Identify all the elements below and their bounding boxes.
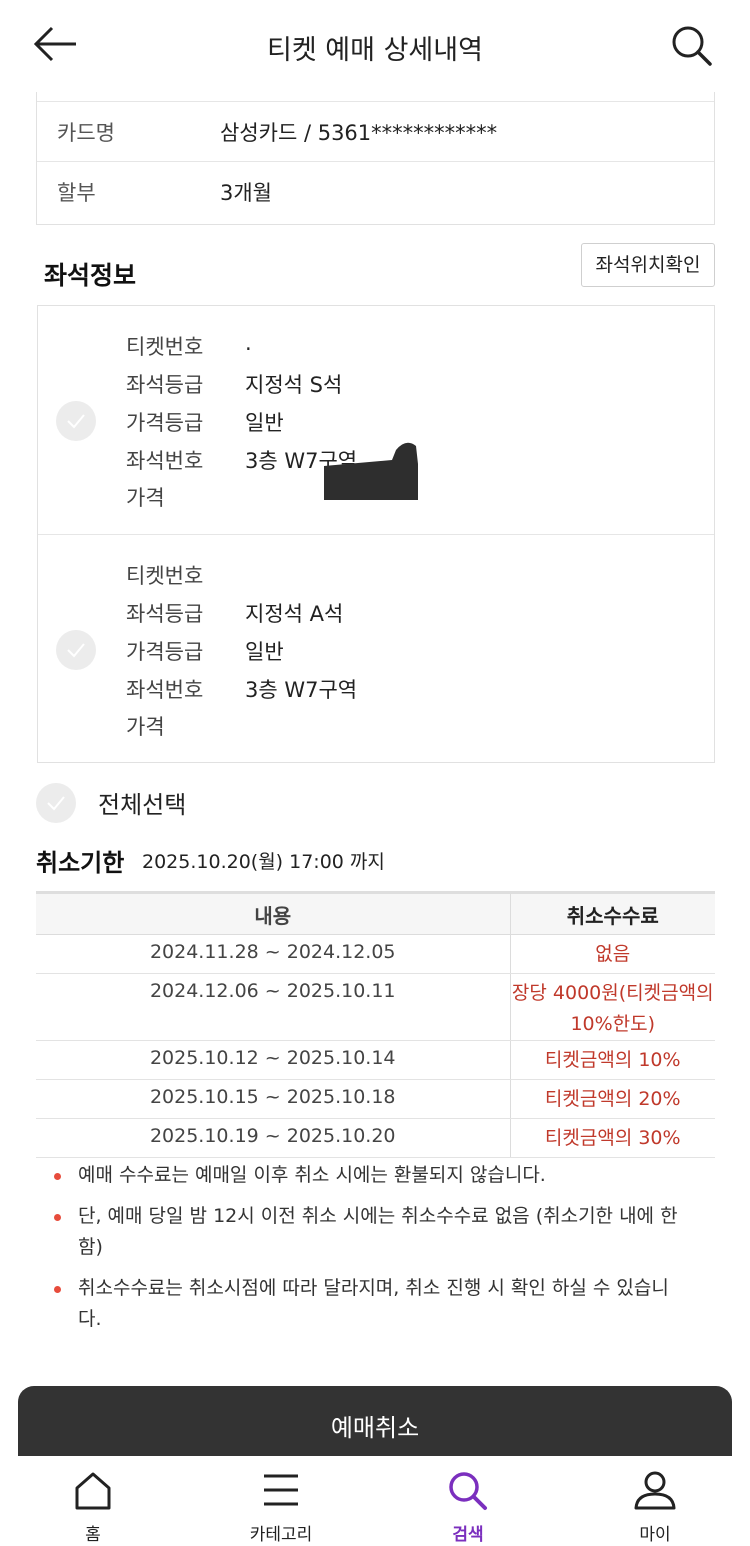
notice-text: 단, 예매 당일 밤 12시 이전 취소 시에는 취소수수료 없음 (취소기한 … <box>78 1205 678 1258</box>
ticket-key: 가격 <box>126 715 165 739</box>
table-row: 2025.10.12 ~ 2025.10.14 티켓금액의 10% <box>36 1040 715 1080</box>
ticket-value: 지정석 A석 <box>245 602 344 626</box>
fee-period: 2024.11.28 ~ 2024.12.05 <box>36 934 511 974</box>
header: 티켓 예매 상세내역 <box>0 0 750 92</box>
nav-label: 홈 <box>85 1525 101 1545</box>
select-all-control[interactable]: 전체선택 <box>36 781 336 823</box>
nav-item-search[interactable]: 검색 <box>408 1456 528 1546</box>
payment-value: 삼성카드 / 5361************ <box>220 121 498 145</box>
table-row: 2024.12.06 ~ 2025.10.11 장당 4000원(티켓금액의 1… <box>36 973 715 1041</box>
fee-amount: 장당 4000원(티켓금액의 10%한도) <box>510 973 715 1041</box>
bullet-icon <box>54 1214 61 1221</box>
payment-key: 할부 <box>57 181 96 205</box>
nav-item-home[interactable]: 홈 <box>33 1456 153 1546</box>
payment-value: 3개월 <box>220 181 273 205</box>
seat-location-button[interactable]: 좌석위치확인 <box>581 243 715 287</box>
payment-row-card: 카드명 삼성카드 / 5361************ <box>37 101 714 162</box>
redaction-mark <box>324 442 418 500</box>
ticket-key: 좌석등급 <box>126 373 204 397</box>
nav-item-category[interactable]: 카테고리 <box>221 1456 341 1546</box>
table-header-row: 내용 취소수수료 <box>36 892 715 935</box>
cancel-reservation-button[interactable]: 예매취소 <box>18 1386 732 1460</box>
payment-info: 카드명 삼성카드 / 5361************ 할부 3개월 <box>36 92 715 225</box>
ticket-checkbox[interactable] <box>56 630 96 670</box>
bullet-icon <box>54 1173 61 1180</box>
check-icon <box>67 414 85 429</box>
bullet-icon <box>54 1286 61 1293</box>
ticket-value: 일반 <box>245 411 284 435</box>
ticket-list: 티켓번호 . 좌석등급 지정석 S석 가격등급 일반 좌석번호 3층 W7구역 … <box>37 305 715 763</box>
ticket-key: 가격등급 <box>126 640 204 664</box>
table-row: 2024.11.28 ~ 2024.12.05 없음 <box>36 934 715 974</box>
ticket-key: 가격 <box>126 486 165 510</box>
fee-amount: 없음 <box>510 934 715 974</box>
ticket-value: 지정석 S석 <box>245 373 343 397</box>
cancel-fee-table: 내용 취소수수료 2024.11.28 ~ 2024.12.05 없음 2024… <box>36 891 715 1158</box>
notice-item: 취소수수료는 취소시점에 따라 달라지며, 취소 진행 시 확인 하실 수 있습… <box>52 1273 692 1335</box>
notice-list: 예매 수수료는 예매일 이후 취소 시에는 환불되지 않습니다. 단, 예매 당… <box>52 1160 692 1345</box>
ticket-checkbox[interactable] <box>56 401 96 441</box>
table-row: 2025.10.19 ~ 2025.10.20 티켓금액의 30% <box>36 1118 715 1158</box>
cancel-deadline-label: 취소기한 <box>36 849 125 877</box>
ticket-key: 티켓번호 <box>126 335 204 359</box>
cancel-deadline-value: 2025.10.20(월) 17:00 까지 <box>142 851 385 873</box>
select-all-label: 전체선택 <box>98 791 187 819</box>
nav-label: 검색 <box>452 1525 484 1545</box>
page-title: 티켓 예매 상세내역 <box>267 35 483 66</box>
notice-text: 취소수수료는 취소시점에 따라 달라지며, 취소 진행 시 확인 하실 수 있습… <box>78 1277 669 1330</box>
nav-label: 마이 <box>639 1525 671 1545</box>
ticket-key: 가격등급 <box>126 411 204 435</box>
ticket-value: 3층 W7구역 <box>245 678 358 702</box>
user-icon <box>634 1471 676 1510</box>
ticket-value: . <box>245 331 252 355</box>
menu-icon <box>264 1474 298 1506</box>
search-icon <box>672 26 712 66</box>
table-row: 2025.10.15 ~ 2025.10.18 티켓금액의 20% <box>36 1079 715 1119</box>
ticket-item: 티켓번호 좌석등급 지정석 A석 가격등급 일반 좌석번호 3층 W7구역 가격 <box>38 535 714 764</box>
seat-info-heading: 좌석정보 <box>44 261 137 290</box>
ticket-item: 티켓번호 . 좌석등급 지정석 S석 가격등급 일반 좌석번호 3층 W7구역 … <box>38 306 714 535</box>
fee-period: 2025.10.15 ~ 2025.10.18 <box>36 1079 511 1119</box>
fee-amount: 티켓금액의 10% <box>510 1040 715 1080</box>
notice-text: 예매 수수료는 예매일 이후 취소 시에는 환불되지 않습니다. <box>78 1164 546 1186</box>
check-icon <box>47 796 65 811</box>
notice-item: 예매 수수료는 예매일 이후 취소 시에는 환불되지 않습니다. <box>52 1160 692 1191</box>
search-button[interactable] <box>670 24 714 68</box>
fee-period: 2025.10.12 ~ 2025.10.14 <box>36 1040 511 1080</box>
bottom-nav: 홈 카테고리 검색 마이 <box>0 1456 750 1546</box>
nav-item-my[interactable]: 마이 <box>595 1456 715 1546</box>
fee-period: 2025.10.19 ~ 2025.10.20 <box>36 1118 511 1158</box>
nav-label: 카테고리 <box>249 1525 313 1545</box>
select-all-checkbox[interactable] <box>36 783 76 823</box>
ticket-key: 좌석등급 <box>126 602 204 626</box>
table-header: 내용 <box>36 892 511 935</box>
home-icon <box>75 1472 111 1510</box>
payment-row-installment: 할부 3개월 <box>37 162 714 223</box>
fee-amount: 티켓금액의 20% <box>510 1079 715 1119</box>
payment-key: 카드명 <box>57 121 115 145</box>
search-icon <box>449 1472 487 1510</box>
check-icon <box>67 643 85 658</box>
notice-item: 단, 예매 당일 밤 12시 이전 취소 시에는 취소수수료 없음 (취소기한 … <box>52 1201 692 1263</box>
table-header: 취소수수료 <box>510 892 715 935</box>
ticket-key: 좌석번호 <box>126 678 204 702</box>
fee-period: 2024.12.06 ~ 2025.10.11 <box>36 973 511 1041</box>
ticket-key: 좌석번호 <box>126 449 204 473</box>
fee-amount: 티켓금액의 30% <box>510 1118 715 1158</box>
ticket-value: 일반 <box>245 640 284 664</box>
ticket-key: 티켓번호 <box>126 564 204 588</box>
